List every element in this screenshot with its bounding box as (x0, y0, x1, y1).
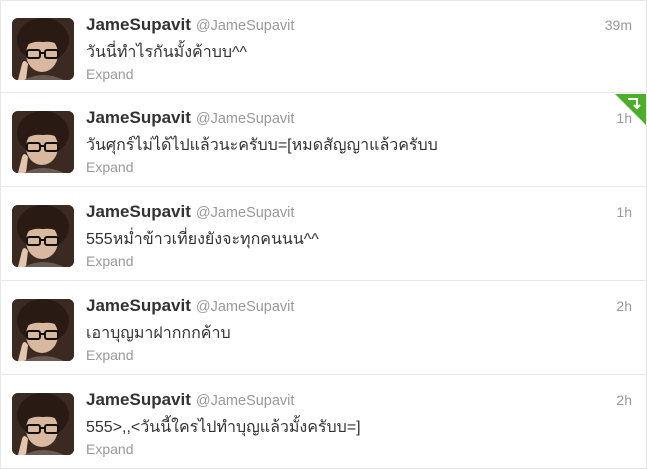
tweet-fullname[interactable]: JameSupavit (86, 390, 191, 409)
tweet-username[interactable]: @JameSupavit (196, 299, 295, 315)
tweet-item[interactable]: JameSupavit @JameSupavit 1h วันศุกร์ไม่ได… (1, 94, 646, 187)
tweet-username[interactable]: @JameSupavit (196, 205, 295, 221)
tweet-text: 555หม่ำข้าวเที่ยงยังจะทุกคนนน^^ (86, 231, 319, 248)
tweet-item[interactable]: JameSupavit @JameSupavit 39m วันนี่ทำไรกั… (1, 0, 646, 93)
tweet-text: วันนี่ทำไรกันมั้งค้าบบ^^ (86, 44, 248, 61)
tweet-timeline: JameSupavit @JameSupavit 39m วันนี่ทำไรกั… (0, 0, 647, 469)
tweet-item[interactable]: JameSupavit @JameSupavit 2h 555>,,<วันนี้… (1, 376, 646, 469)
tweet-fullname[interactable]: JameSupavit (86, 202, 191, 221)
tweet-username[interactable]: @JameSupavit (196, 18, 295, 34)
avatar[interactable] (12, 299, 74, 361)
tweet-expand-link[interactable]: Expand (86, 159, 133, 175)
tweet-fullname[interactable]: JameSupavit (86, 15, 191, 34)
tweet-timestamp[interactable]: 1h (616, 204, 632, 220)
tweet-expand-link[interactable]: Expand (86, 347, 133, 363)
tweet-item[interactable]: JameSupavit @JameSupavit 1h 555หม่ำข้าวเท… (1, 188, 646, 281)
tweet-text: 555>,,<วันนี้ใครไปทำบุญแล้วมั้งครับบ=] (86, 419, 361, 436)
tweet-fullname[interactable]: JameSupavit (86, 108, 191, 127)
tweet-timestamp[interactable]: 2h (616, 392, 632, 408)
tweet-text: วันศุกร์ไม่ได้ไปแล้วนะครับบ=[หมดสัญญาแล้… (86, 137, 438, 154)
avatar[interactable] (12, 393, 74, 455)
avatar[interactable] (12, 18, 74, 80)
tweet-username[interactable]: @JameSupavit (196, 111, 295, 127)
tweet-item[interactable]: JameSupavit @JameSupavit 2h เอาบุญมาฝากกก… (1, 282, 646, 375)
tweet-expand-link[interactable]: Expand (86, 441, 133, 457)
tweet-expand-link[interactable]: Expand (86, 253, 133, 269)
tweet-username[interactable]: @JameSupavit (196, 393, 295, 409)
tweet-timestamp[interactable]: 2h (616, 298, 632, 314)
tweet-expand-link[interactable]: Expand (86, 66, 133, 82)
tweet-fullname[interactable]: JameSupavit (86, 296, 191, 315)
tweet-timestamp[interactable]: 39m (605, 17, 632, 33)
avatar[interactable] (12, 205, 74, 267)
retweet-badge-icon (615, 94, 646, 125)
tweet-text: เอาบุญมาฝากกกค้าบ (86, 325, 231, 342)
avatar[interactable] (12, 111, 74, 173)
